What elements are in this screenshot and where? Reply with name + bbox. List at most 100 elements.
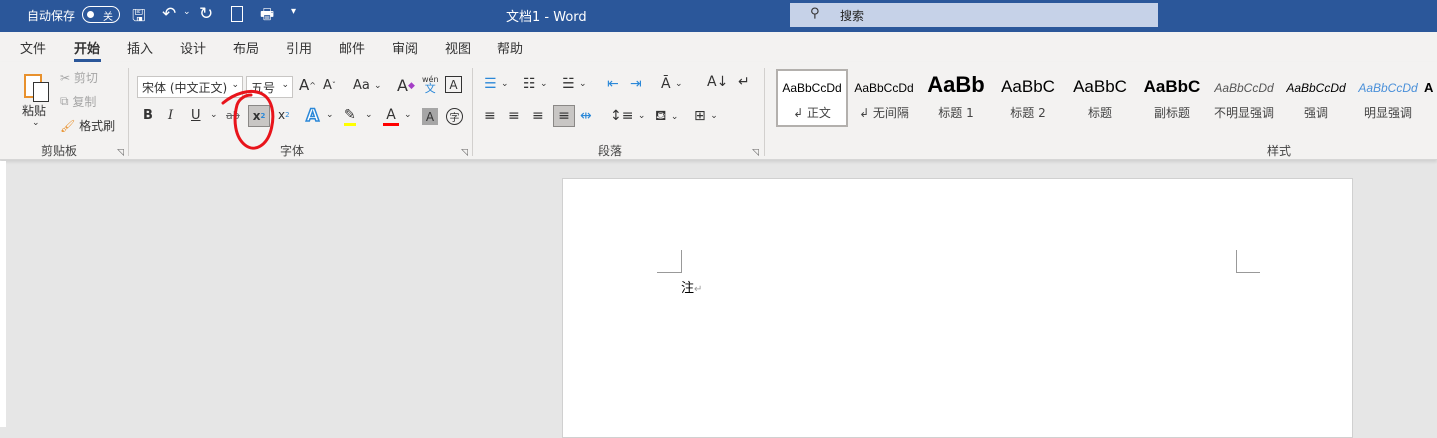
borders-button[interactable]: ⊞ ⌄ xyxy=(694,108,718,124)
shrink-font-button[interactable]: Aˇ xyxy=(323,78,336,93)
tab-mailings[interactable]: 邮件 xyxy=(339,38,365,57)
text-effects-dropdown-icon[interactable]: ⌄ xyxy=(326,110,334,120)
grow-font-button[interactable]: A ^ xyxy=(299,76,316,94)
margin-corner-mark xyxy=(657,250,682,273)
highlight-dropdown-icon[interactable]: ⌄ xyxy=(365,110,373,120)
align-right-button[interactable]: ≡ xyxy=(532,108,544,124)
customize-toolbar-icon[interactable]: ▾ xyxy=(291,6,296,17)
scissors-icon: ✂ xyxy=(60,70,71,85)
distributed-button[interactable]: ⇹ xyxy=(580,108,592,124)
multilevel-list-icon: ☱ xyxy=(562,76,575,92)
margin-corner-mark xyxy=(1236,250,1260,273)
formatting-marks-icon: ↵ xyxy=(738,74,750,90)
style-subtitle[interactable]: AaBbC 副标题 xyxy=(1136,70,1208,126)
divider xyxy=(764,68,765,156)
clear-formatting-button[interactable]: A ◆ xyxy=(397,76,415,95)
font-color-button[interactable]: A xyxy=(383,106,399,126)
phonetic-guide-button[interactable]: wén 文 xyxy=(422,75,439,94)
document-page[interactable]: 注↵ xyxy=(562,178,1353,438)
paste-dropdown-icon[interactable]: ⌄ xyxy=(32,118,40,128)
line-spacing-icon: ↕≡ xyxy=(610,108,634,124)
style-subtle-emphasis[interactable]: AaBbCcDd 不明显强调 xyxy=(1208,70,1280,126)
document-text[interactable]: 注↵ xyxy=(681,277,702,296)
font-color-dropdown-icon[interactable]: ⌄ xyxy=(404,110,412,120)
line-spacing-button[interactable]: ↕≡ ⌄ xyxy=(610,108,645,124)
paint-bucket-icon: ⛾ xyxy=(655,108,667,124)
undo-dropdown-icon[interactable]: ⌄ xyxy=(183,7,191,17)
borders-icon: ⊞ xyxy=(694,108,706,124)
paragraph-group-label: 段落 xyxy=(598,144,623,158)
underline-button[interactable]: U xyxy=(191,108,201,123)
divider xyxy=(128,68,129,156)
asian-layout-button[interactable]: Ā ⌄ xyxy=(661,76,683,92)
show-formatting-marks-button[interactable]: ↵ xyxy=(738,74,750,90)
italic-button[interactable]: I xyxy=(168,108,173,123)
paste-icon[interactable] xyxy=(22,70,52,102)
character-border-button[interactable]: A xyxy=(445,76,462,93)
align-left-button[interactable]: ≡ xyxy=(484,108,496,124)
shading-button[interactable]: ⛾ ⌄ xyxy=(655,108,678,126)
bold-button[interactable]: B xyxy=(143,108,153,123)
character-shading-button[interactable]: A xyxy=(422,108,438,125)
search-icon: ⚲ xyxy=(810,6,820,21)
document-title: 文档1 - Word xyxy=(506,10,587,25)
highlight-button[interactable]: ✎ xyxy=(344,106,356,126)
numbering-button[interactable]: ☷ ⌄ xyxy=(523,76,548,92)
search-box[interactable]: ⚲ 搜索 xyxy=(790,3,1158,27)
tab-help[interactable]: 帮助 xyxy=(497,38,523,57)
style-heading-2[interactable]: AaBbC 标题 2 xyxy=(992,70,1064,126)
style-no-spacing[interactable]: AaBbCcDd ↲ 无间隔 xyxy=(848,70,920,126)
clipboard-launcher-icon[interactable]: ◹ xyxy=(117,148,124,158)
style-normal[interactable]: AaBbCcDd ↲ 正文 xyxy=(776,70,848,126)
print-preview-icon[interactable]: 🖶 xyxy=(260,4,274,29)
tab-file[interactable]: 文件 xyxy=(20,38,46,57)
tab-design[interactable]: 设计 xyxy=(180,38,206,57)
title-bar: 自动保存 关 🖫 ↶ ⌄ ↻ 🖶 ▾ 文档1 - Word ⚲ 搜索 xyxy=(0,0,1437,32)
save-icon[interactable]: 🖫 xyxy=(132,5,146,32)
undo-icon[interactable]: ↶ xyxy=(162,4,176,24)
cut-button[interactable]: ✂ 剪切 xyxy=(60,69,98,86)
new-document-icon[interactable] xyxy=(231,6,243,22)
text-effects-button[interactable]: A xyxy=(305,105,320,127)
numbered-list-icon: ☷ xyxy=(523,76,536,92)
cut-label: 剪切 xyxy=(73,71,98,85)
autosave-label: 自动保存 xyxy=(27,9,76,23)
tab-insert[interactable]: 插入 xyxy=(127,38,153,57)
autosave-state: 关 xyxy=(103,12,113,23)
multilevel-list-button[interactable]: ☱ ⌄ xyxy=(562,76,587,92)
tab-review[interactable]: 审阅 xyxy=(392,38,418,57)
paste-button[interactable]: 粘贴 xyxy=(22,102,46,119)
sort-button[interactable]: A↓ xyxy=(707,74,728,90)
align-center-button[interactable]: ≡ xyxy=(508,108,520,124)
style-more[interactable]: A xyxy=(1424,70,1437,126)
paintbrush-icon: 🖌 xyxy=(60,118,76,133)
change-case-button[interactable]: Aa ⌄ xyxy=(353,78,382,93)
tab-home[interactable]: 开始 xyxy=(74,38,100,57)
redo-icon[interactable]: ↻ xyxy=(199,4,213,24)
autosave-toggle[interactable]: 关 xyxy=(82,6,120,23)
bullet-list-icon: ☰ xyxy=(484,76,497,92)
format-painter-label: 格式刷 xyxy=(79,119,116,133)
red-circle-annotation xyxy=(221,89,275,150)
styles-group-label: 样式 xyxy=(1267,144,1292,158)
highlighter-icon: ✎ xyxy=(344,106,356,123)
left-pane-edge xyxy=(0,161,6,427)
paragraph-launcher-icon[interactable]: ◹ xyxy=(752,148,759,158)
tab-layout[interactable]: 布局 xyxy=(233,38,259,57)
style-heading-1[interactable]: AaBb 标题 1 xyxy=(920,70,992,126)
font-launcher-icon[interactable]: ◹ xyxy=(461,148,468,158)
style-title[interactable]: AaBbC 标题 xyxy=(1064,70,1136,126)
style-intense-emphasis[interactable]: AaBbCcDd 明显强调 xyxy=(1352,70,1424,126)
format-painter-button[interactable]: 🖌 格式刷 xyxy=(60,117,115,134)
enclose-characters-button[interactable]: 字 xyxy=(446,108,463,125)
copy-button[interactable]: ⧉ 复制 xyxy=(60,93,96,110)
bullets-button[interactable]: ☰ ⌄ xyxy=(484,76,509,92)
increase-indent-button[interactable]: ⇥ xyxy=(630,76,642,92)
asian-layout-icon: Ā xyxy=(661,76,671,92)
tab-view[interactable]: 视图 xyxy=(445,38,471,57)
justify-button[interactable]: ≡ xyxy=(553,105,575,127)
tab-references[interactable]: 引用 xyxy=(286,38,312,57)
decrease-indent-button[interactable]: ⇤ xyxy=(607,76,619,92)
style-emphasis[interactable]: AaBbCcDd 强调 xyxy=(1280,70,1352,126)
sort-icon: A↓ xyxy=(707,74,729,90)
